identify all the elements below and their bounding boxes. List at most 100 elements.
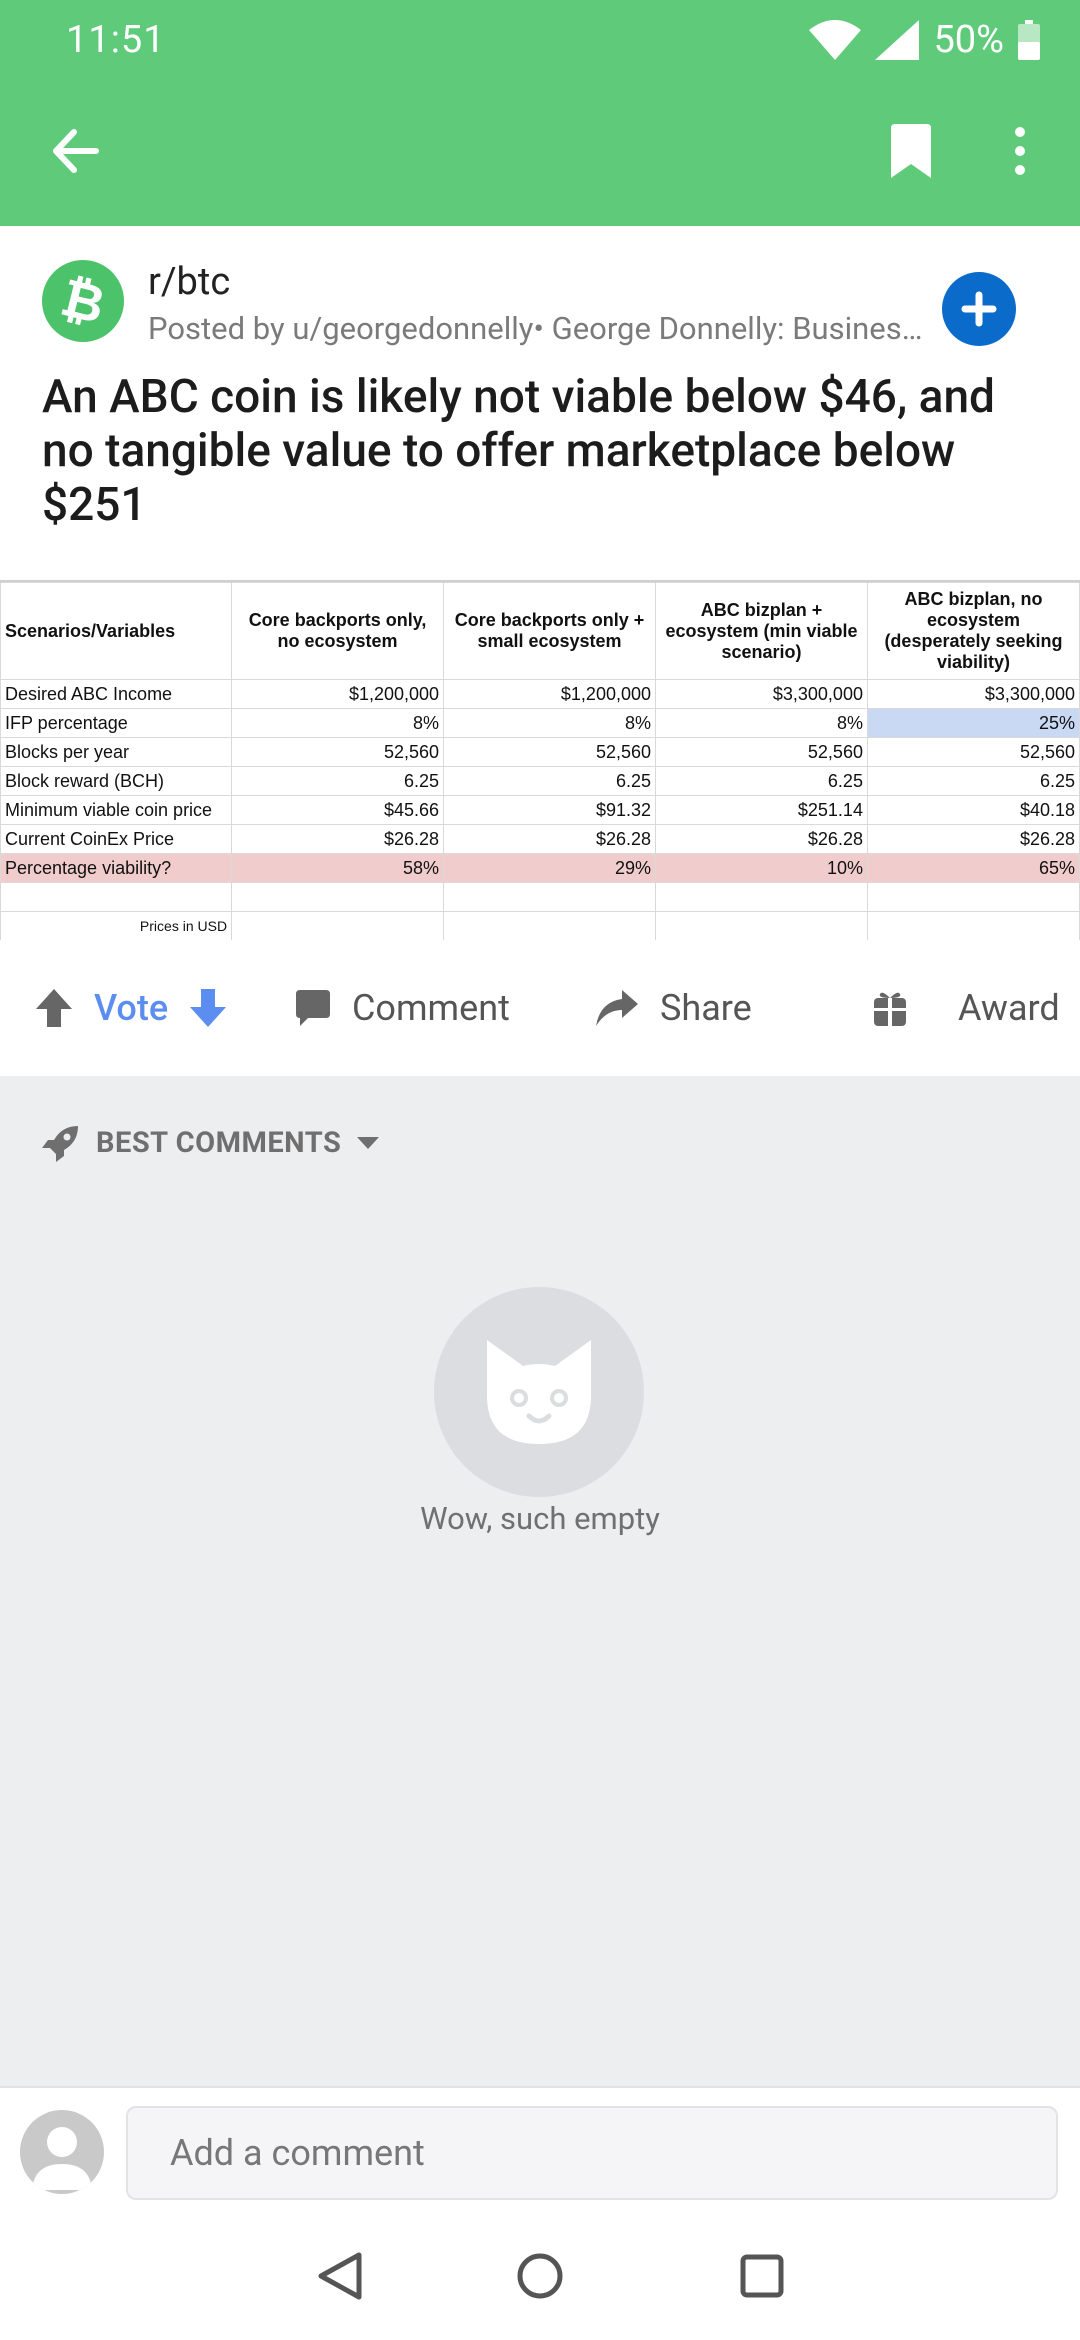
vote-label: Vote xyxy=(94,987,169,1029)
table-cell: 65% xyxy=(866,853,1080,883)
table-cell: 6.25 xyxy=(866,766,1080,796)
table-cell: 8% xyxy=(231,708,445,738)
table-cell: $26.28 xyxy=(443,824,656,854)
chevron-down-icon xyxy=(357,1137,380,1149)
award-label: Award xyxy=(958,987,1060,1029)
row-label: IFP percentage xyxy=(0,708,233,738)
award-button[interactable]: Award xyxy=(872,968,1060,1048)
table-cell: $251.14 xyxy=(655,795,868,825)
table-cell: 6.25 xyxy=(655,766,868,796)
table-cell-highlight: 25% xyxy=(866,708,1080,738)
share-icon xyxy=(596,990,638,1026)
status-icons: 50% xyxy=(809,16,1040,64)
table-row xyxy=(0,882,1080,912)
table-cell: 6.25 xyxy=(443,766,656,796)
table-cell: 8% xyxy=(655,708,868,738)
row-label: Blocks per year xyxy=(0,737,233,767)
post-actions: Vote Comment Share Award xyxy=(0,940,1080,1076)
upvote-icon[interactable] xyxy=(36,989,72,1027)
sort-label: BEST COMMENTS xyxy=(96,1126,342,1160)
battery-icon xyxy=(1018,20,1040,60)
join-button[interactable] xyxy=(942,272,1016,346)
table-cell: $91.32 xyxy=(443,795,656,825)
table-cell: 52,560 xyxy=(443,737,656,767)
battery-percent: 50% xyxy=(933,18,1004,62)
empty-state-image xyxy=(434,1287,644,1497)
downvote-icon[interactable] xyxy=(190,989,227,1027)
table-cell: $26.28 xyxy=(866,824,1080,854)
table-cell: 29% xyxy=(443,853,656,883)
comment-icon xyxy=(296,990,330,1026)
status-bar: 11:51 50% xyxy=(0,0,1080,80)
subreddit-name[interactable]: r/btc xyxy=(148,260,230,304)
comment-composer: Add a comment xyxy=(0,2086,1080,2216)
cat-face-icon xyxy=(487,1340,591,1444)
add-comment-input[interactable]: Add a comment xyxy=(126,2106,1058,2200)
table-row: Minimum viable coin price $45.66 $91.32 … xyxy=(0,795,1080,825)
table-header: ABC bizplan + ecosystem (min viable scen… xyxy=(655,582,868,680)
table-cell: $26.28 xyxy=(231,824,445,854)
row-label: Desired ABC Income xyxy=(0,679,233,709)
table-header: Scenarios/Variables xyxy=(0,582,233,680)
post-image-table[interactable]: Scenarios/Variables Core backports only,… xyxy=(0,580,1080,941)
table-cell: 58% xyxy=(231,853,445,883)
rocket-icon xyxy=(42,1126,78,1162)
subreddit-icon[interactable]: ₿ xyxy=(42,260,124,342)
table-header-row: Scenarios/Variables Core backports only,… xyxy=(0,582,1080,680)
vote-control: Vote xyxy=(36,968,227,1048)
gift-icon xyxy=(874,992,906,1026)
table-cell: 6.25 xyxy=(231,766,445,796)
table-row: IFP percentage 8% 8% 8% 25% xyxy=(0,708,1080,738)
status-time: 11:51 xyxy=(66,18,166,62)
more-vert-icon[interactable] xyxy=(990,116,1050,186)
table-cell: $1,200,000 xyxy=(443,679,656,709)
toolbar xyxy=(0,80,1080,226)
row-label: Block reward (BCH) xyxy=(0,766,233,796)
table-header: Core backports only + small ecosystem xyxy=(443,582,656,680)
app-bar: 11:51 50% xyxy=(0,0,1080,226)
comments-section: BEST COMMENTS Wow, such empty xyxy=(0,1076,1080,2086)
home-circle-icon[interactable] xyxy=(510,2246,570,2306)
table-header: ABC bizplan, no ecosystem (desperately s… xyxy=(866,582,1080,680)
table-row: Prices in USD xyxy=(0,911,1080,941)
table-cell: $26.28 xyxy=(655,824,868,854)
recents-square-icon[interactable] xyxy=(732,2246,792,2306)
table-cell: $3,300,000 xyxy=(655,679,868,709)
bookmark-icon[interactable] xyxy=(876,116,946,186)
comment-label: Comment xyxy=(352,987,510,1029)
share-button[interactable]: Share xyxy=(596,968,752,1048)
table-cell: 52,560 xyxy=(231,737,445,767)
back-arrow-icon[interactable] xyxy=(40,116,110,186)
row-label: Minimum viable coin price xyxy=(0,795,233,825)
table-cell: $40.18 xyxy=(866,795,1080,825)
table-header: Core backports only, no ecosystem xyxy=(231,582,445,680)
data-table: Scenarios/Variables Core backports only,… xyxy=(0,582,1080,941)
table-row: Percentage viability? 58% 29% 10% 65% xyxy=(0,853,1080,883)
post-header: ₿ r/btc Posted by u/georgedonnelly• Geor… xyxy=(0,226,1080,576)
table-footnote: Prices in USD xyxy=(0,911,233,941)
comment-sort[interactable]: BEST COMMENTS xyxy=(42,1124,380,1162)
posted-by[interactable]: Posted by u/georgedonnelly• George Donne… xyxy=(148,310,928,347)
share-label: Share xyxy=(660,987,752,1029)
wifi-icon xyxy=(809,20,862,60)
table-row: Current CoinEx Price $26.28 $26.28 $26.2… xyxy=(0,824,1080,854)
system-nav-bar xyxy=(0,2214,1080,2340)
table-cell: 52,560 xyxy=(655,737,868,767)
post-title: An ABC coin is likely not viable below $… xyxy=(42,370,995,532)
table-cell: 10% xyxy=(655,853,868,883)
row-label: Current CoinEx Price xyxy=(0,824,233,854)
comment-button[interactable]: Comment xyxy=(296,968,510,1048)
back-triangle-icon[interactable] xyxy=(310,2246,370,2306)
row-label: Percentage viability? xyxy=(0,853,233,883)
table-row: Desired ABC Income $1,200,000 $1,200,000… xyxy=(0,679,1080,709)
table-cell: $45.66 xyxy=(231,795,445,825)
table-row: Blocks per year 52,560 52,560 52,560 52,… xyxy=(0,737,1080,767)
empty-state-text: Wow, such empty xyxy=(420,1500,660,1537)
avatar[interactable] xyxy=(20,2110,104,2194)
svg-text:₿: ₿ xyxy=(58,272,108,330)
table-cell: 52,560 xyxy=(866,737,1080,767)
table-cell: $3,300,000 xyxy=(866,679,1080,709)
table-cell: 8% xyxy=(443,708,656,738)
plus-icon xyxy=(961,291,997,327)
table-cell: $1,200,000 xyxy=(231,679,445,709)
